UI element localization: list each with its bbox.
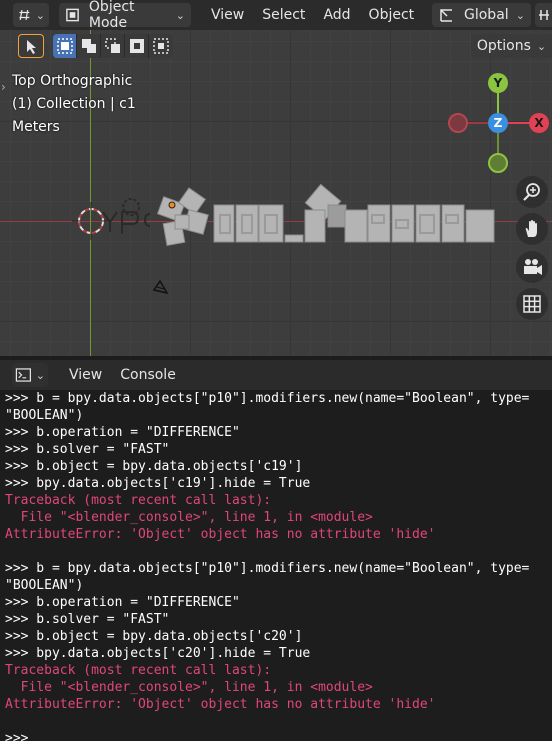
grid-axis-icon bbox=[19, 9, 30, 21]
menu-select[interactable]: Select bbox=[253, 7, 314, 23]
console-header: ⌄ View Console bbox=[0, 360, 552, 390]
gizmo-neg-x-line bbox=[467, 122, 489, 124]
select-invert-icon bbox=[130, 39, 144, 53]
viewport-menu-bar: View Select Add Object bbox=[202, 7, 423, 23]
select-intersect-button[interactable] bbox=[149, 34, 173, 58]
editor-type-button[interactable]: ⌄ bbox=[12, 363, 48, 387]
console-error-line: Traceback (most recent call last): bbox=[5, 493, 272, 508]
gizmo-x-axis[interactable]: X bbox=[529, 113, 549, 133]
console-input-line: "BOOLEAN") bbox=[5, 408, 84, 423]
object-mode-icon bbox=[66, 8, 79, 22]
console-error-line: AttributeError: 'Object' object has no a… bbox=[5, 527, 436, 542]
object-origin-dot bbox=[168, 201, 176, 209]
viewport-tool-row: Options ⌄ bbox=[0, 34, 552, 60]
pivot-button[interactable] bbox=[535, 3, 552, 27]
link-icon bbox=[538, 10, 549, 20]
ortho-toggle-button[interactable] bbox=[516, 288, 548, 320]
menu-view[interactable]: View bbox=[202, 7, 253, 23]
select-invert-button[interactable] bbox=[125, 34, 149, 58]
camera-icon bbox=[524, 259, 542, 275]
chevron-down-icon: ⌄ bbox=[515, 8, 525, 22]
collection-label: (1) Collection | c1 bbox=[12, 96, 136, 112]
console-input-line: >>> b.operation = "DIFFERENCE" bbox=[5, 595, 240, 610]
console-input-line: >>> b.object = bpy.data.objects['c19'] bbox=[5, 459, 303, 474]
chevron-down-icon: ⌄ bbox=[35, 368, 45, 382]
console-menu-console[interactable]: Console bbox=[111, 367, 185, 383]
select-subtract-button[interactable] bbox=[101, 34, 125, 58]
chevron-down-icon: ⌄ bbox=[175, 8, 185, 22]
options-dropdown[interactable]: Options ⌄ bbox=[471, 34, 552, 58]
console-input-line bbox=[5, 543, 552, 560]
chevron-down-icon: ⌄ bbox=[35, 8, 45, 22]
units-label: Meters bbox=[12, 119, 60, 135]
console-input-line: >>> b.solver = "FAST" bbox=[5, 612, 170, 627]
gizmo-neg-y-axis[interactable] bbox=[488, 153, 508, 173]
select-tool-button[interactable] bbox=[18, 34, 44, 58]
select-extend-icon bbox=[82, 39, 96, 53]
console-input-line: "BOOLEAN") bbox=[5, 578, 84, 593]
console-menu-view[interactable]: View bbox=[60, 367, 111, 383]
transform-orientation-dropdown[interactable]: Global ⌄ bbox=[432, 3, 531, 27]
gizmo-z-axis[interactable]: Z bbox=[488, 113, 508, 133]
console-error-line: AttributeError: 'Object' object has no a… bbox=[5, 697, 436, 712]
console-input-line bbox=[5, 713, 552, 730]
console-input-line: >>> b = bpy.data.objects["p10"].modifier… bbox=[5, 391, 530, 406]
console-input-line: >>> bpy.data.objects['c19'].hide = True bbox=[5, 476, 311, 491]
console-error-line: Traceback (most recent call last): bbox=[5, 663, 272, 678]
orientation-label: Global bbox=[464, 7, 509, 23]
mode-dropdown[interactable]: Object Mode ⌄ bbox=[59, 0, 191, 31]
zoom-icon bbox=[523, 183, 540, 201]
camera-object-icon bbox=[152, 279, 169, 295]
grid-icon bbox=[523, 295, 541, 313]
3d-cursor-icon bbox=[72, 202, 110, 240]
gizmo-neg-y-line bbox=[497, 132, 499, 154]
editor-type-button[interactable]: ⌄ bbox=[13, 3, 49, 27]
console-input-line: >>> b.object = bpy.data.objects['c20'] bbox=[5, 629, 303, 644]
menu-add[interactable]: Add bbox=[314, 7, 359, 23]
cursor-arrow-icon bbox=[27, 40, 36, 54]
sidebar-toggle-icon[interactable]: › bbox=[1, 80, 6, 94]
camera-view-button[interactable] bbox=[516, 251, 548, 283]
console-icon bbox=[15, 368, 31, 382]
options-label: Options bbox=[476, 38, 531, 54]
menu-object[interactable]: Object bbox=[360, 7, 424, 23]
select-intersect-icon bbox=[153, 38, 169, 54]
console-output[interactable]: >>> b = bpy.data.objects["p10"].modifier… bbox=[0, 390, 552, 741]
select-subtract-icon bbox=[105, 38, 120, 53]
console-input-line: >>> b.operation = "DIFFERENCE" bbox=[5, 425, 240, 440]
3d-viewport[interactable]: ⌄ Object Mode ⌄ View Select Add Object G… bbox=[0, 0, 552, 356]
orientation-icon bbox=[440, 9, 452, 22]
console-input-line: >>> bpy.data.objects['c20'].hide = True bbox=[5, 646, 311, 661]
hand-icon bbox=[525, 220, 537, 237]
gizmo-x-line bbox=[508, 122, 530, 124]
gizmo-y-axis[interactable]: Y bbox=[488, 73, 508, 93]
console-error-line: File "<blender_console>", line 1, in <mo… bbox=[5, 510, 373, 525]
console-input-line: >>> bbox=[5, 731, 29, 741]
selection-mode-group bbox=[53, 34, 173, 58]
gizmo-y-line bbox=[497, 92, 499, 114]
console-input-line: >>> b.solver = "FAST" bbox=[5, 442, 170, 457]
console-input-line: >>> b = bpy.data.objects["p10"].modifier… bbox=[5, 561, 530, 576]
select-extend-button[interactable] bbox=[77, 34, 101, 58]
select-new-icon bbox=[57, 38, 73, 54]
mode-label: Object Mode bbox=[88, 0, 135, 31]
viewport-header: ⌄ Object Mode ⌄ View Select Add Object G… bbox=[0, 0, 552, 31]
select-new-button[interactable] bbox=[53, 34, 77, 58]
zoom-button[interactable] bbox=[516, 176, 548, 208]
pan-button[interactable] bbox=[516, 213, 548, 245]
console-error-line: File "<blender_console>", line 1, in <mo… bbox=[5, 680, 373, 695]
chevron-down-icon: ⌄ bbox=[536, 39, 547, 53]
view-name: Top Orthographic bbox=[12, 73, 133, 89]
gizmo-neg-x-axis[interactable] bbox=[448, 113, 468, 133]
